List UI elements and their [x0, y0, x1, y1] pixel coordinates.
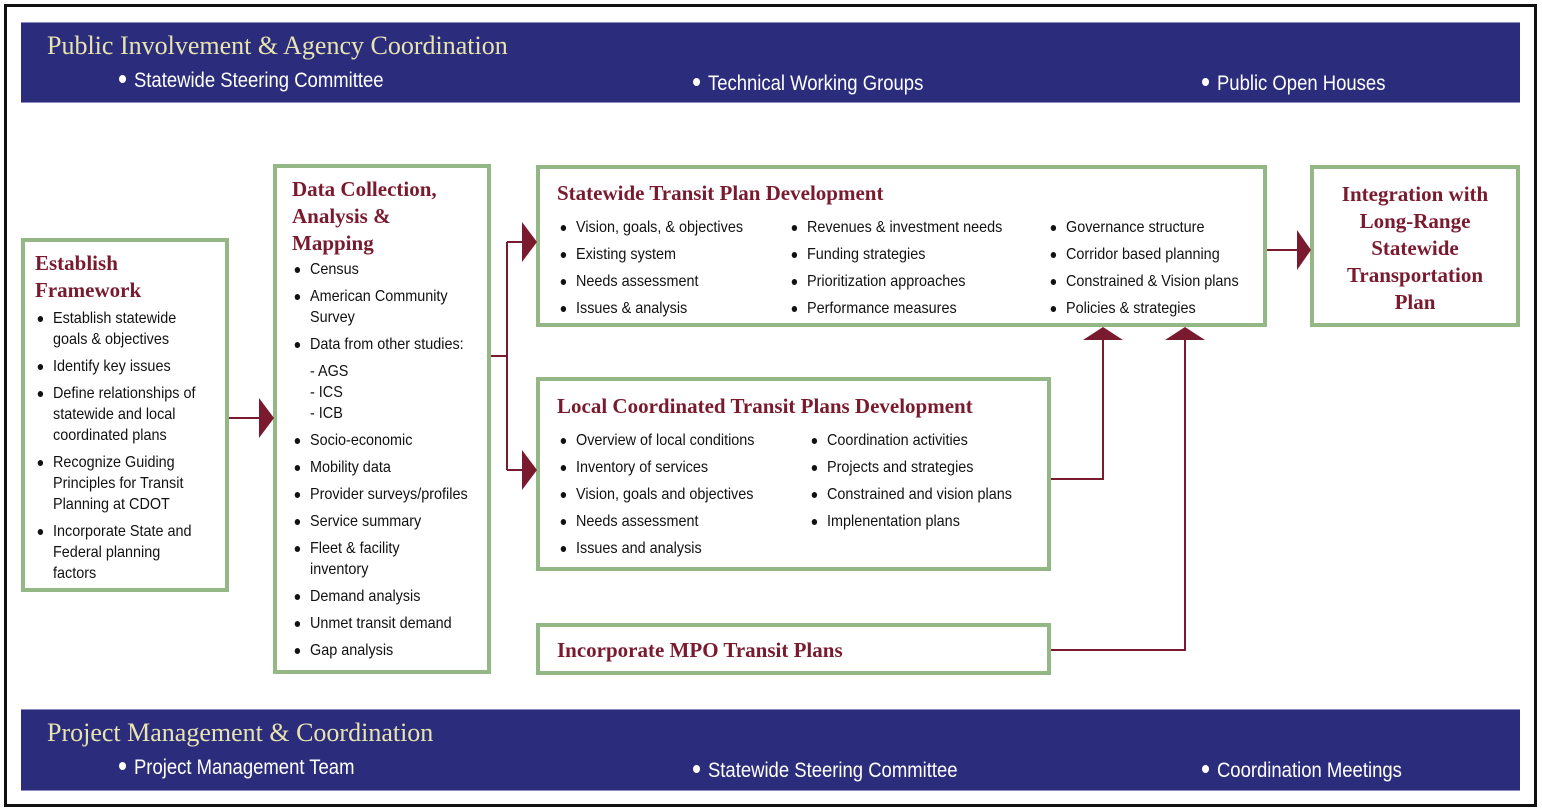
statewide-plan-col1: Vision, goals, & objectives Existing syst…: [558, 217, 743, 325]
list-item: Provider surveys/profiles: [292, 484, 468, 505]
band-item: Statewide Steering Committee: [693, 759, 958, 783]
list-item: Issues & analysis: [558, 298, 743, 319]
statewide-plan-box: Statewide Transit Plan Development Visio…: [536, 165, 1267, 327]
list-item: Prioritization approaches: [789, 271, 1002, 292]
establish-framework-list: Establish statewide goals & objectives Ide…: [35, 308, 195, 584]
list-item: Service summary: [292, 511, 468, 532]
list-item: Define relationships of statewide and loc…: [35, 383, 195, 446]
list-item: Data from other studies:: [292, 334, 468, 355]
list-item: Revenues & investment needs: [789, 217, 1002, 238]
list-item: Constrained & Vision plans: [1048, 271, 1239, 292]
statewide-plan-col2: Revenues & investment needs Funding strat…: [789, 217, 1002, 325]
public-involvement-title: Public Involvement & Agency Coordination: [47, 31, 508, 60]
list-item: Corridor based planning: [1048, 244, 1239, 265]
public-involvement-band: Public Involvement & Agency Coordination…: [21, 22, 1520, 103]
integration-title: Integration with Long-Range Statewide Trans…: [1314, 181, 1516, 316]
list-item: Implenentation plans: [809, 511, 1012, 532]
statewide-plan-title: Statewide Transit Plan Development: [557, 181, 884, 205]
statewide-plan-col3: Governance structure Corridor based plann…: [1048, 217, 1239, 325]
list-item: Constrained and vision plans: [809, 484, 1012, 505]
bullet-icon: [119, 75, 127, 84]
mpo-plans-title: Incorporate MPO Transit Plans: [557, 638, 843, 662]
integration-title-line: Integration with: [1341, 182, 1489, 206]
list-item: Demand analysis: [292, 586, 468, 607]
bullet-icon: [119, 762, 127, 771]
list-item: Mobility data: [292, 457, 468, 478]
data-collection-box: Data Collection, Analysis & Mapping Census…: [273, 164, 491, 674]
list-item: Inventory of services: [558, 457, 754, 478]
list-item: Needs assessment: [558, 271, 743, 292]
list-item: Incorporate State and Federal planning fac…: [35, 521, 195, 584]
band-item: Public Open Houses: [1202, 72, 1385, 96]
list-item: American Community Survey: [292, 286, 468, 328]
band-item: Project Management Team: [119, 756, 354, 780]
list-item: Vision, goals and objectives: [558, 484, 754, 505]
integration-title-line: Transportation: [1346, 263, 1484, 287]
bullet-icon: [1202, 78, 1210, 87]
integration-box: Integration with Long-Range Statewide Trans…: [1310, 165, 1520, 327]
list-item: Overview of local conditions: [558, 430, 754, 451]
band-item: Statewide Steering Committee: [119, 69, 384, 93]
list-item: Socio-economic: [292, 430, 468, 451]
band-item: Technical Working Groups: [693, 72, 923, 96]
project-management-band: Project Management & Coordination Projec…: [21, 709, 1520, 791]
list-item: Gap analysis: [292, 640, 468, 661]
project-management-title: Project Management & Coordination: [47, 718, 434, 747]
list-item: Needs assessment: [558, 511, 754, 532]
integration-title-line: Plan: [1394, 290, 1436, 314]
list-item: Fleet & facility inventory: [292, 538, 468, 580]
establish-framework-box: Establish Framework Establish statewide go…: [21, 238, 229, 592]
mpo-plans-box: Incorporate MPO Transit Plans: [536, 623, 1051, 675]
list-item: Coordination activities: [809, 430, 1012, 451]
band-item: Coordination Meetings: [1202, 759, 1402, 783]
bullet-icon: [693, 78, 701, 87]
list-item: Establish statewide goals & objectives: [35, 308, 195, 350]
sub-list-item: - ICB: [310, 405, 343, 422]
list-item: Performance measures: [789, 298, 1002, 319]
local-plans-title: Local Coordinated Transit Plans Developm…: [557, 394, 973, 418]
list-item: Recognize Guiding Principles for Transit P…: [35, 452, 195, 515]
list-item: Identify key issues: [35, 356, 195, 377]
data-collection-title: Data Collection, Analysis & Mapping: [292, 177, 437, 255]
list-item: Projects and strategies: [809, 457, 1012, 478]
list-item: Policies & strategies: [1048, 298, 1239, 319]
list-item: Unmet transit demand: [292, 613, 468, 634]
list-item: Funding strategies: [789, 244, 1002, 265]
establish-framework-title: Establish Framework: [35, 251, 142, 302]
bullet-icon: [693, 765, 701, 774]
local-plans-col1: Overview of local conditions Inventory of…: [558, 430, 754, 565]
list-item: Census: [292, 259, 468, 280]
local-plans-col2: Coordination activities Projects and stra…: [809, 430, 1012, 538]
list-item: Governance structure: [1048, 217, 1239, 238]
sub-list-item: - AGS: [310, 363, 349, 380]
local-plans-box: Local Coordinated Transit Plans Developm…: [536, 377, 1051, 571]
list-item: Vision, goals, & objectives: [558, 217, 743, 238]
list-item: Issues and analysis: [558, 538, 754, 559]
data-collection-list: Census American Community Survey Data from …: [292, 259, 468, 661]
sub-list-item: - ICS: [310, 384, 343, 401]
integration-title-line: Statewide: [1371, 236, 1459, 260]
bullet-icon: [1202, 765, 1210, 774]
integration-title-line: Long-Range: [1359, 209, 1471, 233]
list-item: Existing system: [558, 244, 743, 265]
